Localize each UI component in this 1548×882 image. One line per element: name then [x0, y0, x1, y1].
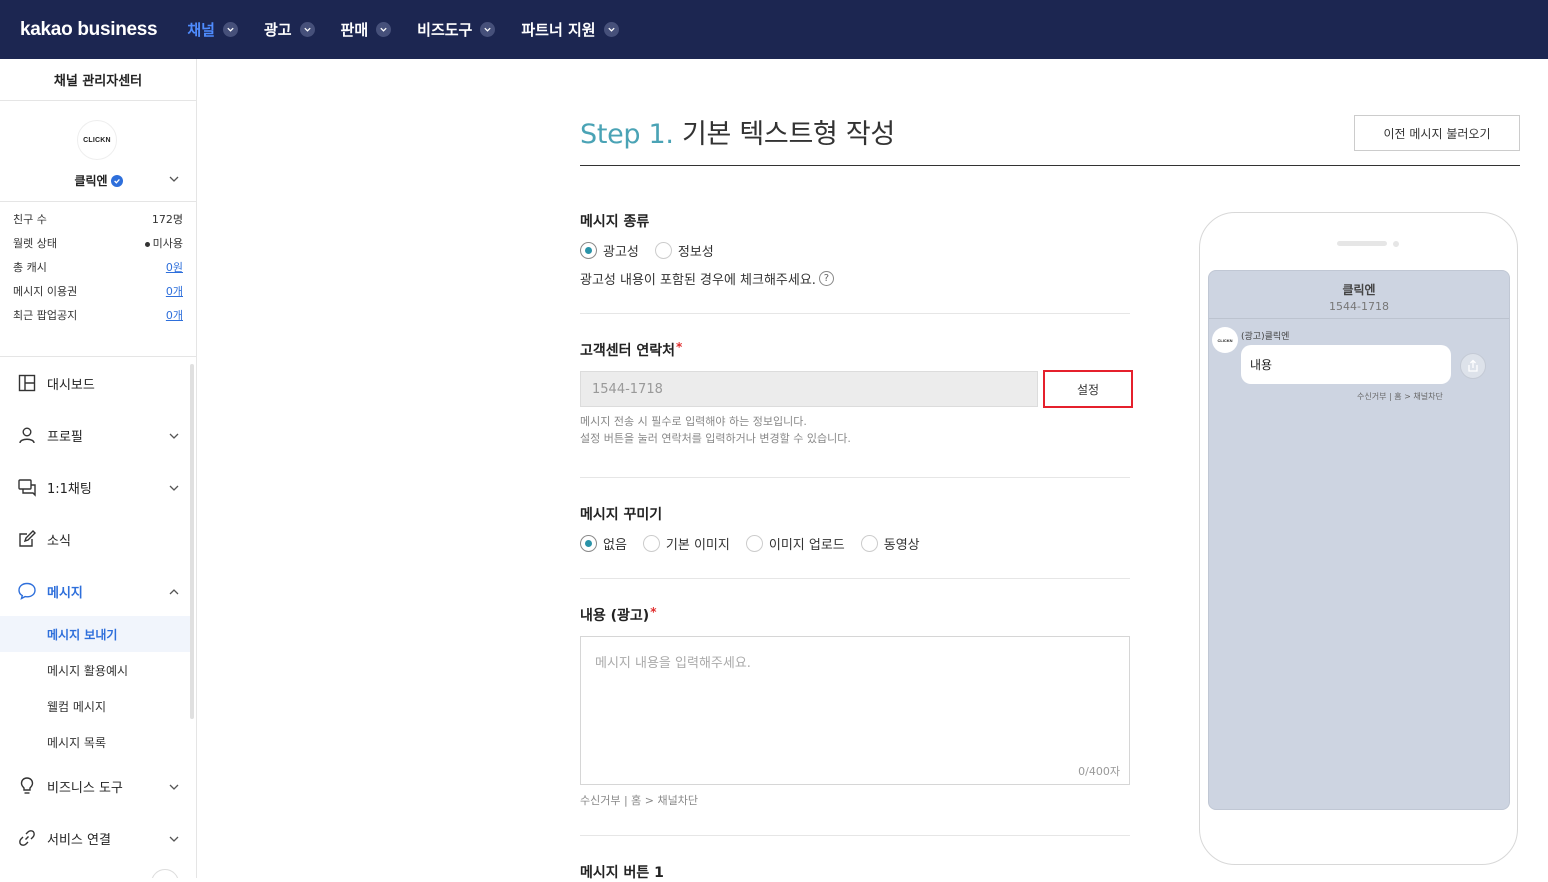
avatar: CLICKN	[77, 120, 117, 160]
top-navigation-bar: kakao business 채널 광고 판매 비즈도구 파트너 지원	[0, 0, 1548, 59]
sidebar-collapse-button[interactable]	[151, 869, 179, 878]
message-type-radio-group: 광고성 정보성	[580, 241, 730, 260]
nav-partner-support[interactable]: 파트너 지원	[521, 19, 619, 40]
radio-circle	[580, 535, 597, 552]
decorate-radio-group: 없음 기본 이미지 이미지 업로드 동영상	[580, 534, 936, 553]
divider	[580, 578, 1130, 579]
sidebar-subitem-message-list[interactable]: 메시지 목록	[0, 724, 190, 760]
divider	[580, 835, 1130, 836]
radio-circle	[642, 535, 660, 552]
preview-screen: 클릭엔 1544-1718 CLICKN (광고)클릭엔 내용 수신거부 | 홈…	[1208, 270, 1510, 810]
chevron-up-icon	[169, 589, 179, 595]
opt-out-footer: 수신거부 | 홈 > 채널차단	[580, 794, 698, 807]
preview-footer: 수신거부 | 홈 > 채널차단	[1357, 392, 1443, 401]
radio-image-upload[interactable]: 이미지 업로드	[745, 534, 845, 553]
help-icon[interactable]: ?	[818, 271, 834, 286]
sidebar-item-chat[interactable]: 1:1채팅	[0, 461, 196, 513]
stat-friends: 친구 수 172명	[13, 213, 183, 226]
radio-basic-image[interactable]: 기본 이미지	[642, 534, 730, 553]
chevron-down-icon	[480, 22, 496, 37]
speech-bubble-icon	[17, 581, 37, 601]
load-previous-message-button[interactable]: 이전 메시지 불러오기	[1354, 115, 1520, 151]
sidebar-subitem-welcome-message[interactable]: 웰컴 메시지	[0, 688, 190, 724]
chevron-down-icon	[169, 836, 179, 842]
chevron-down-icon	[169, 485, 179, 491]
sidebar-subitem-message-examples[interactable]: 메시지 활용예시	[0, 652, 190, 688]
stat-wallet: 월렛 상태 미사용	[13, 237, 183, 250]
radio-circle	[580, 242, 597, 259]
channel-profile: CLICKN 클릭엔	[0, 101, 196, 202]
divider	[580, 165, 1520, 166]
contact-phone-field: 1544-1718	[580, 371, 1038, 407]
sidebar-subitem-send-message[interactable]: 메시지 보내기	[0, 616, 190, 652]
message-type-hint: 광고성 내용이 포함된 경우에 체크해주세요.?	[580, 269, 834, 288]
sidebar-item-business-tools[interactable]: 비즈니스 도구	[0, 760, 196, 812]
stat-cash: 총 캐시 0원	[13, 261, 183, 274]
content-label: 내용 (광고)*	[580, 605, 657, 624]
preview-sender: (광고)클릭엔	[1241, 332, 1290, 342]
contact-label: 고객센터 연락처*	[580, 340, 683, 359]
character-counter: 0/400자	[1078, 765, 1120, 778]
avatar: CLICKN	[1212, 327, 1238, 353]
page-title: Step 1. 기본 텍스트형 작성	[580, 119, 895, 150]
divider	[580, 477, 1130, 478]
phone-speaker	[1337, 241, 1387, 246]
dashboard-icon	[17, 373, 37, 393]
message-type-label: 메시지 종류	[580, 214, 650, 230]
chat-icon	[17, 477, 37, 497]
nav-ads[interactable]: 광고	[264, 19, 315, 40]
link-icon	[17, 828, 37, 848]
message-content-textarea[interactable]: 메시지 내용을 입력해주세요.	[580, 636, 1130, 785]
chevron-down-icon	[169, 784, 179, 790]
chevron-down-icon	[169, 433, 179, 439]
radio-video[interactable]: 동영상	[860, 534, 920, 553]
share-icon	[1460, 353, 1486, 379]
kakao-business-logo[interactable]: kakao business	[20, 19, 158, 41]
stat-message-voucher: 메시지 이용권 0개	[13, 285, 183, 298]
sidebar-item-message[interactable]: 메시지	[0, 565, 196, 617]
chevron-down-icon	[222, 22, 238, 37]
required-mark: *	[650, 605, 657, 619]
chevron-down-icon	[603, 22, 619, 37]
lightbulb-icon	[17, 776, 37, 796]
user-icon	[17, 425, 37, 445]
set-contact-button[interactable]: 설정	[1043, 370, 1133, 408]
sidebar-item-dashboard[interactable]: 대시보드	[0, 357, 196, 409]
sidebar-scrollbar[interactable]	[190, 364, 194, 719]
radio-circle	[654, 242, 672, 259]
nav-sales[interactable]: 판매	[341, 19, 392, 40]
preview-header: 클릭엔 1544-1718	[1209, 271, 1509, 319]
required-mark: *	[676, 340, 683, 354]
radio-circle	[860, 535, 878, 552]
sidebar-item-service-connect[interactable]: 서비스 연결	[0, 812, 196, 864]
sidebar-title: 채널 관리자센터	[0, 59, 196, 101]
sidebar: 채널 관리자센터 CLICKN 클릭엔 친구 수 172명 월렛 상태 미사용 총 …	[0, 59, 197, 878]
message-button-label: 메시지 버튼 1	[580, 865, 664, 881]
radio-circle	[745, 535, 763, 552]
radio-info[interactable]: 정보성	[654, 241, 714, 260]
sidebar-item-profile[interactable]: 프로필	[0, 409, 196, 461]
message-preview-phone: 클릭엔 1544-1718 CLICKN (광고)클릭엔 내용 수신거부 | 홈…	[1199, 212, 1518, 865]
chevron-down-icon	[299, 22, 315, 37]
divider	[580, 313, 1130, 314]
chevron-down-icon	[376, 22, 392, 37]
preview-bubble: 내용	[1241, 345, 1451, 384]
sidebar-item-news[interactable]: 소식	[0, 513, 196, 565]
decorate-label: 메시지 꾸미기	[580, 507, 663, 523]
verified-badge-icon	[110, 174, 123, 187]
edit-icon	[17, 529, 37, 549]
radio-ad[interactable]: 광고성	[580, 241, 639, 260]
contact-note: 메시지 전송 시 필수로 입력해야 하는 정보입니다. 설정 버튼을 눌러 연락처…	[580, 415, 851, 445]
phone-camera	[1393, 241, 1399, 247]
radio-none[interactable]: 없음	[580, 534, 627, 553]
chevron-down-icon[interactable]	[168, 173, 180, 185]
stat-popup-notice: 최근 팝업공지 0개	[13, 309, 183, 322]
nav-biztools[interactable]: 비즈도구	[417, 19, 496, 40]
channel-stats: 친구 수 172명 월렛 상태 미사용 총 캐시 0원 메시지 이용권 0개 최근 팝업…	[0, 202, 196, 357]
status-dot-icon	[144, 241, 150, 247]
nav-channel[interactable]: 채널	[187, 19, 238, 40]
